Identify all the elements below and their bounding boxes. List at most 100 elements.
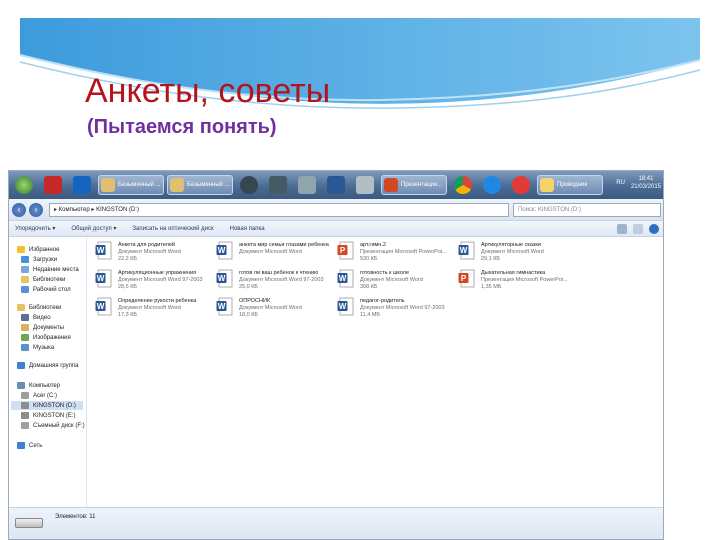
word-icon: W — [458, 241, 476, 261]
clock[interactable]: 18:41 21/03/2015 — [631, 175, 661, 191]
svg-text:W: W — [339, 274, 347, 283]
nav-item[interactable]: Недавние места — [21, 265, 79, 274]
word-icon: W — [95, 297, 113, 317]
file-item[interactable]: W Артикуляционные упражнения Документ Micr… — [95, 269, 213, 297]
file-item[interactable]: P Дыхательная гимнастика Презентация Micro… — [458, 269, 576, 297]
nav-item-label: Библиотеки — [33, 276, 66, 283]
library-icon — [17, 304, 25, 311]
computer-icon — [17, 382, 25, 389]
word-icon: W — [216, 269, 234, 289]
file-size: 17,3 КБ — [118, 312, 138, 318]
new-folder-button[interactable]: Новая папка — [230, 226, 265, 232]
nav-item[interactable]: Документы — [21, 323, 64, 332]
file-type: Презентация Microsoft PowerPoi... — [481, 277, 568, 283]
star-icon — [17, 246, 25, 253]
nav-item-label: Библиотеки — [29, 304, 62, 311]
nav-item-label: Съемный диск (F:) — [33, 422, 85, 429]
file-item[interactable]: Wпедагог-родитель Документ Microsoft Word… — [337, 297, 455, 325]
drive-icon — [21, 392, 29, 399]
file-item[interactable]: W Анкета для родителей Документ Microsoft … — [95, 241, 213, 269]
nav-item[interactable]: Музыка — [21, 343, 54, 352]
media-icon[interactable] — [236, 175, 262, 195]
documents-icon — [21, 324, 29, 331]
file-name: готов ли ваш ребенок к чтению — [239, 270, 319, 276]
file-item[interactable]: Wготовность к школе Документ Microsoft Wo… — [337, 269, 455, 297]
organize-button[interactable]: Упорядочить ▾ — [15, 225, 55, 232]
language-indicator[interactable]: RU — [616, 180, 625, 186]
nav-item-label: Домашняя группа — [29, 362, 79, 369]
settings-icon[interactable] — [294, 175, 320, 195]
burn-disc-button[interactable]: Записать на оптический диск — [132, 226, 213, 232]
taskbar-window-paint-1[interactable]: Безымянный ... — [98, 175, 164, 195]
ie-icon[interactable] — [479, 175, 505, 195]
nav-item[interactable]: KINGSTON (E:) — [21, 411, 76, 420]
nav-item-label: Избранное — [29, 246, 60, 253]
music-icon — [21, 344, 29, 351]
downloads-icon — [21, 256, 29, 263]
file-name: Дыхательная гимнастика — [481, 270, 546, 276]
share-button[interactable]: Общий доступ ▾ — [71, 225, 116, 232]
nav-item-label: KINGSTON (E:) — [33, 412, 76, 419]
nav-item[interactable]: Библиотеки — [17, 303, 62, 312]
preview-pane-icon[interactable] — [633, 224, 643, 234]
file-item[interactable]: W ОПРОСНИК Документ Microsoft Word 18,0 КБ — [216, 297, 334, 325]
file-type: Документ Microsoft Word — [239, 305, 302, 311]
word-icon: W — [95, 269, 113, 289]
file-name: анкета мир семьи глазами ребенка — [239, 242, 329, 248]
library-icon — [21, 276, 29, 283]
nav-item[interactable]: Сеть — [17, 441, 42, 450]
svg-text:W: W — [97, 274, 105, 283]
file-item[interactable]: W Артикуляторные сказки Документ Microsoft… — [458, 241, 576, 269]
start-button[interactable] — [11, 175, 37, 195]
nav-item[interactable]: Видео — [21, 313, 51, 322]
nav-item-label: Изображения — [33, 334, 71, 341]
tools-icon[interactable] — [352, 175, 378, 195]
outlook-icon[interactable] — [69, 175, 95, 195]
command-toolbar: Упорядочить ▾ Общий доступ ▾ Записать на… — [9, 221, 663, 237]
svg-text:W: W — [218, 246, 226, 255]
nav-item[interactable]: Домашняя группа — [17, 361, 79, 370]
file-item[interactable]: Wанкета мир семьи глазами ребенка Докумен… — [216, 241, 334, 269]
chrome-icon[interactable] — [450, 175, 476, 195]
file-name: арт.гимн.2 — [360, 242, 386, 248]
taskbar-window-powerpoint[interactable]: Презентация... — [381, 175, 447, 195]
yandex-browser-icon[interactable] — [508, 175, 534, 195]
help-icon[interactable] — [649, 224, 659, 234]
view-options-icon[interactable] — [617, 224, 627, 234]
file-item[interactable]: Pарт.гимн.2 Презентация Microsoft PowerPo… — [337, 241, 455, 269]
file-type: Документ Microsoft Word 97-2003 — [239, 277, 324, 283]
file-item[interactable]: W Определение рукости ребенка Документ Mic… — [95, 297, 213, 325]
nav-item[interactable]: Библиотеки — [21, 275, 66, 284]
address-input[interactable]: ▸ Компьютер ▸ KINGSTON (D:) — [49, 203, 509, 217]
taskbar-window-paint-2[interactable]: Безымянный ... — [167, 175, 233, 195]
system-tray: RU 18:41 21/03/2015 — [616, 175, 661, 191]
file-name: Анкета для родителей — [118, 242, 175, 248]
word-taskbar-icon[interactable] — [323, 175, 349, 195]
nav-item-label: Рабочий стол — [33, 286, 71, 293]
nav-item-label: Компьютер — [29, 382, 61, 389]
file-size: 25,0 КБ — [239, 284, 259, 290]
nav-item[interactable]: Компьютер — [17, 381, 60, 390]
word-icon: W — [216, 297, 234, 317]
search-input[interactable]: Поиск: KINGSTON (D:) — [513, 203, 661, 217]
file-type: Документ Microsoft Word — [360, 277, 423, 283]
nav-item[interactable]: Избранное — [17, 245, 59, 254]
nav-item[interactable]: Рабочий стол — [21, 285, 71, 294]
network-icon — [17, 442, 25, 449]
back-button[interactable]: ‹ — [12, 202, 26, 217]
nav-item[interactable]: KINGSTON (D:) — [11, 401, 83, 410]
slide: Анкеты, советы (Пытаемся понять) Безымян… — [0, 0, 720, 540]
file-name: педагог-родитель — [360, 298, 405, 304]
file-item[interactable]: Wготов ли ваш ребенок к чтению Документ M… — [216, 269, 334, 297]
file-name: Определение рукости ребенка — [118, 298, 197, 304]
nav-item[interactable]: Acer (C:) — [21, 391, 57, 400]
taskbar-window-explorer[interactable]: Проводник — [537, 175, 603, 195]
nav-item[interactable]: Съемный диск (F:) — [21, 421, 85, 430]
nav-item-label: Сеть — [29, 442, 43, 449]
kaspersky-icon[interactable] — [40, 175, 66, 195]
player-icon[interactable] — [265, 175, 291, 195]
nav-item[interactable]: Загрузки — [21, 255, 57, 264]
forward-button[interactable]: › — [29, 202, 43, 217]
nav-item[interactable]: Изображения — [21, 333, 71, 342]
file-type: Документ Microsoft Word 97-2003 — [118, 277, 203, 283]
